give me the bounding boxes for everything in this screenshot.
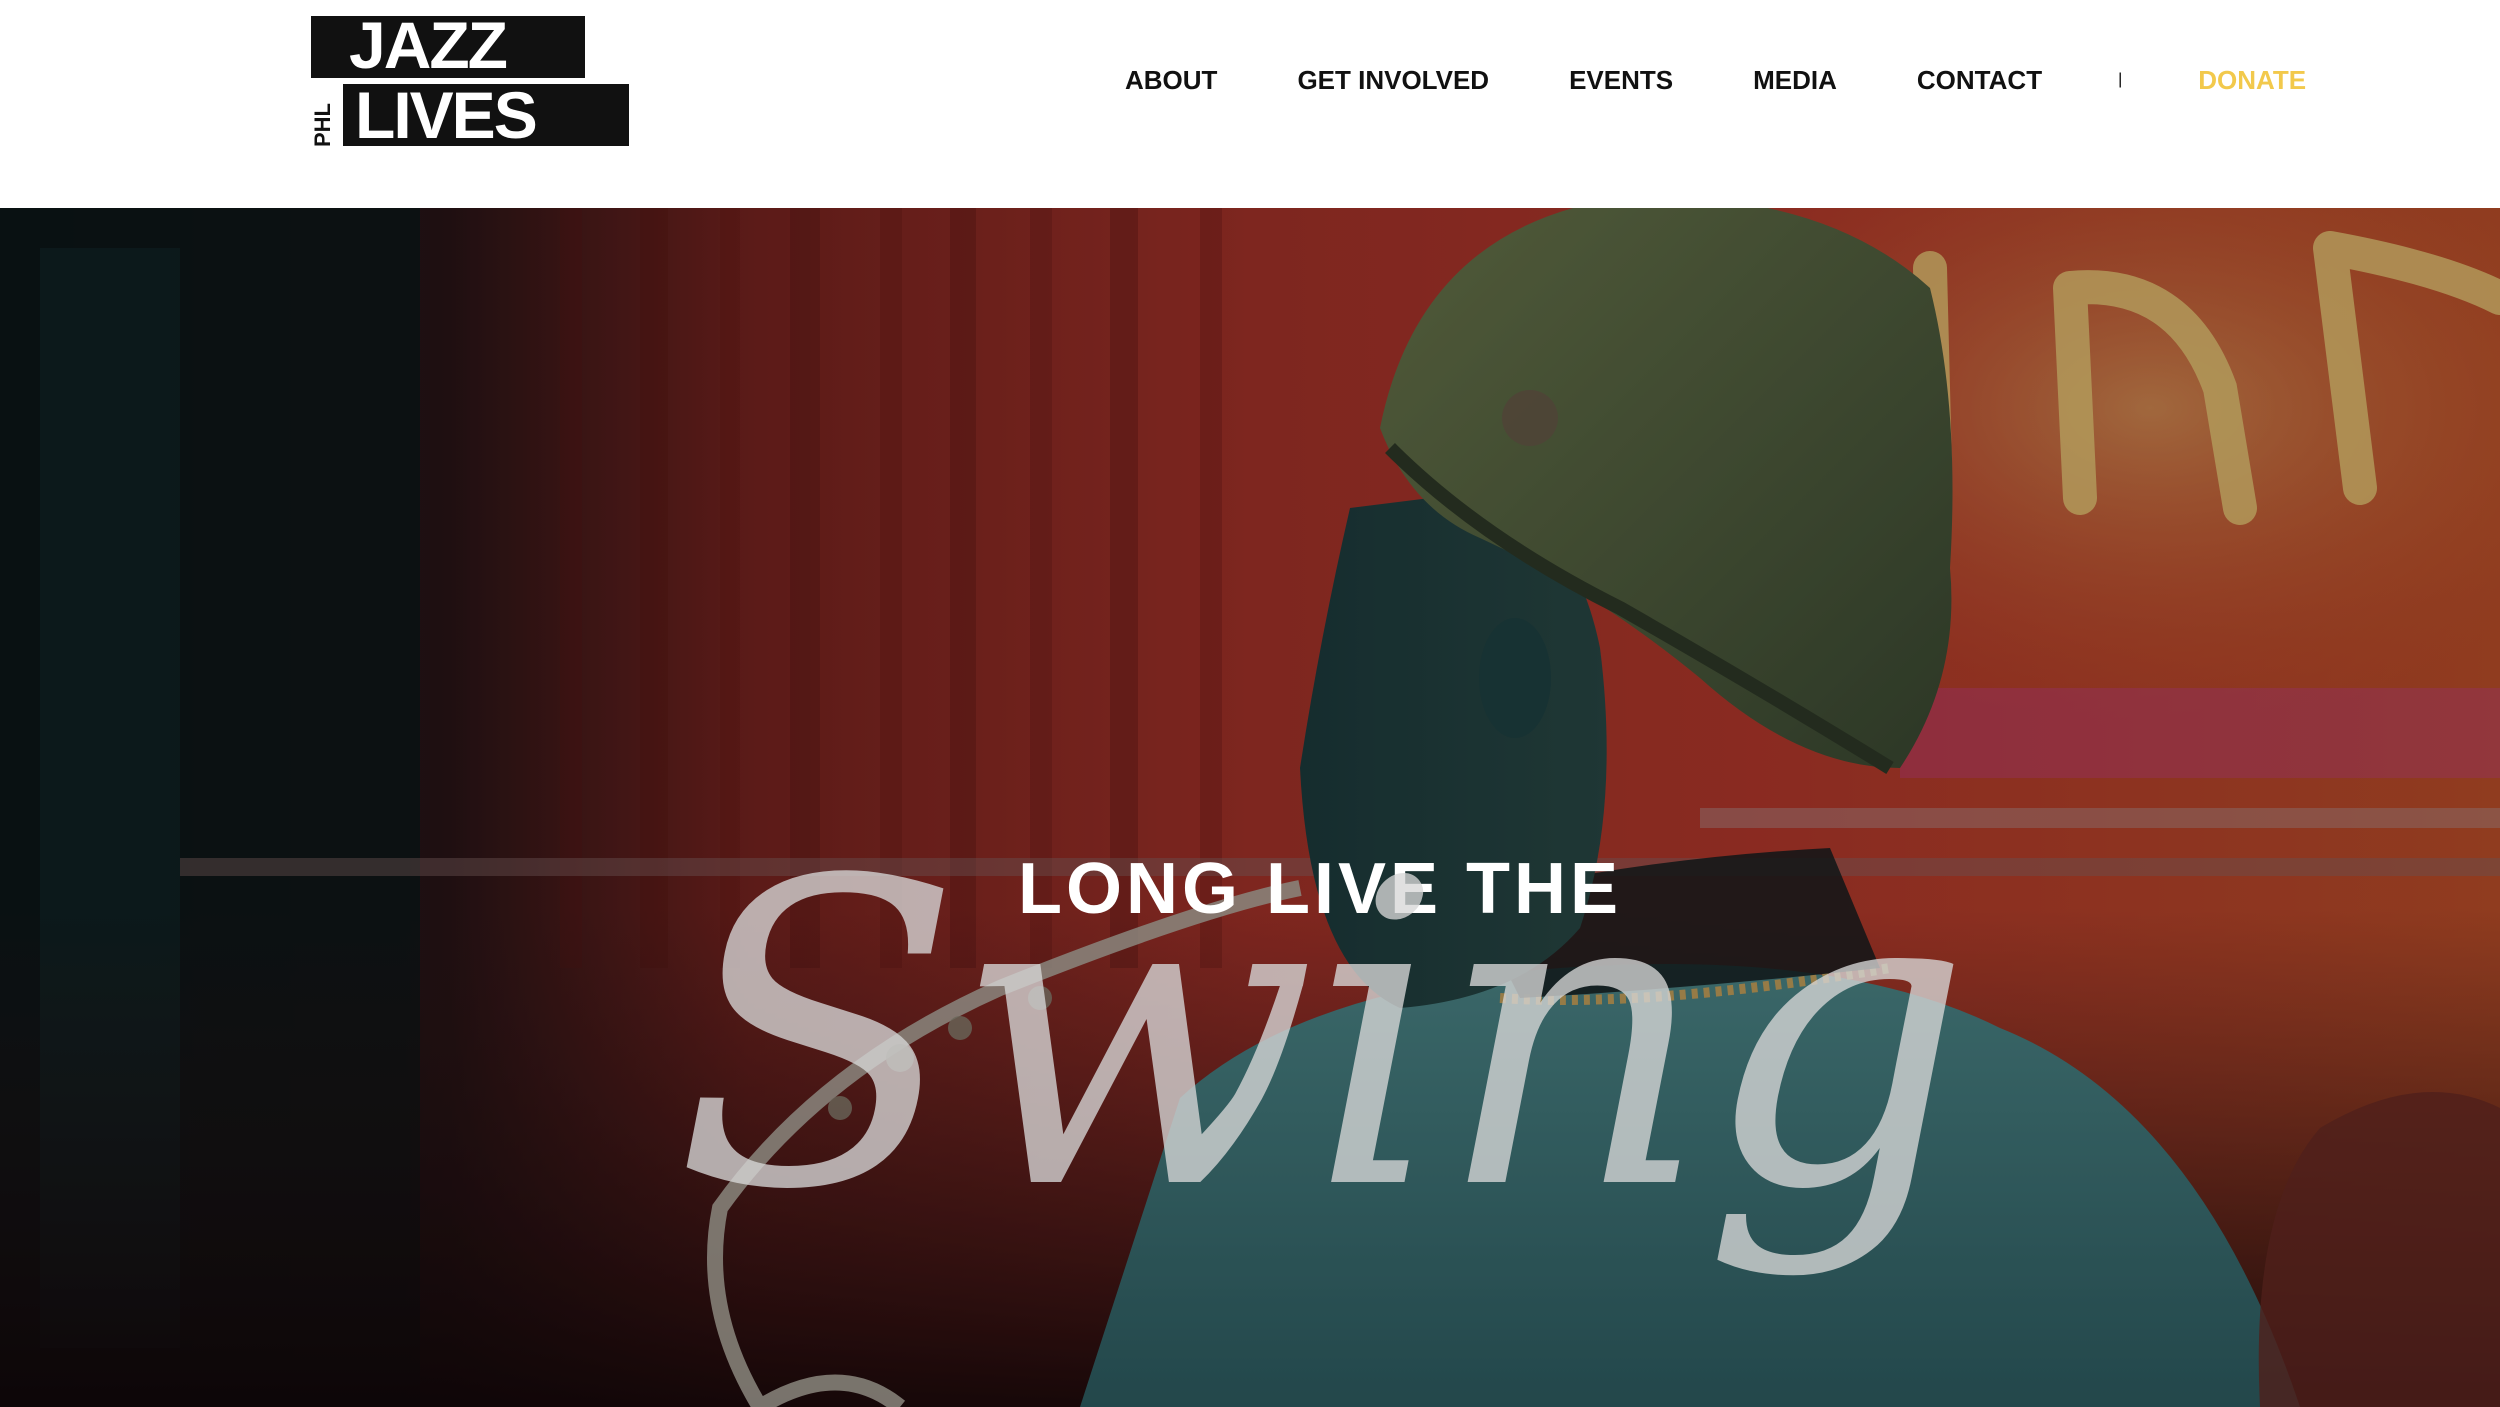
logo-word-bottom: LIVES xyxy=(355,78,538,152)
nav-about[interactable]: ABOUT xyxy=(1125,65,1217,96)
nav-donate[interactable]: DONATE xyxy=(2198,65,2306,96)
hero-script-title: Swing xyxy=(674,793,1972,1282)
nav-contact[interactable]: CONTACT xyxy=(1917,65,2042,96)
logo-side-word: PHL xyxy=(310,103,335,147)
nav-get-involved[interactable]: GET INVOLVED xyxy=(1297,65,1489,96)
main-nav: ABOUT GET INVOLVED EVENTS MEDIA CONTACT … xyxy=(1125,60,2306,100)
logo-word-top: JAZZ xyxy=(349,8,508,82)
site-header: JAZZ LIVES PHL ABOUT GET INVOLVED EVENTS… xyxy=(0,0,2500,208)
nav-separator: | xyxy=(2118,71,2123,88)
nav-events[interactable]: EVENTS xyxy=(1569,65,1673,96)
nav-media[interactable]: MEDIA xyxy=(1753,65,1837,96)
page: JAZZ LIVES PHL ABOUT GET INVOLVED EVENTS… xyxy=(0,0,2500,1407)
site-logo[interactable]: JAZZ LIVES PHL xyxy=(310,12,629,152)
hero-section: LONG LIVE THE Swing xyxy=(0,208,2500,1407)
